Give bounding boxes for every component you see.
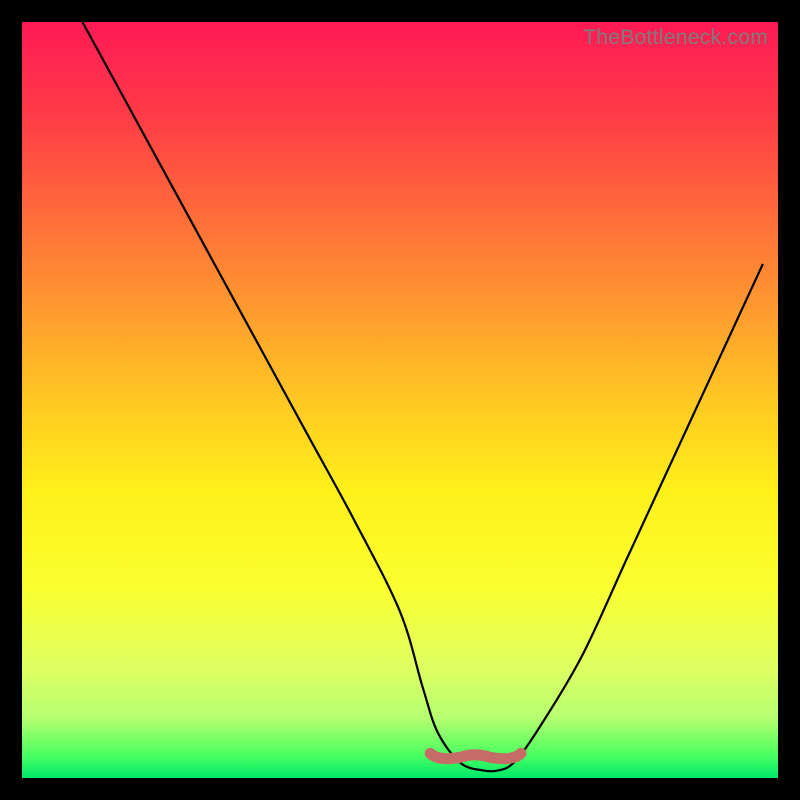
watermark-text: TheBottleneck.com <box>583 26 768 50</box>
flat-region-highlight <box>430 753 521 758</box>
curve-svg <box>22 22 778 778</box>
bottleneck-curve <box>82 22 762 771</box>
chart-container: TheBottleneck.com <box>0 0 800 800</box>
plot-area: TheBottleneck.com <box>22 22 778 778</box>
